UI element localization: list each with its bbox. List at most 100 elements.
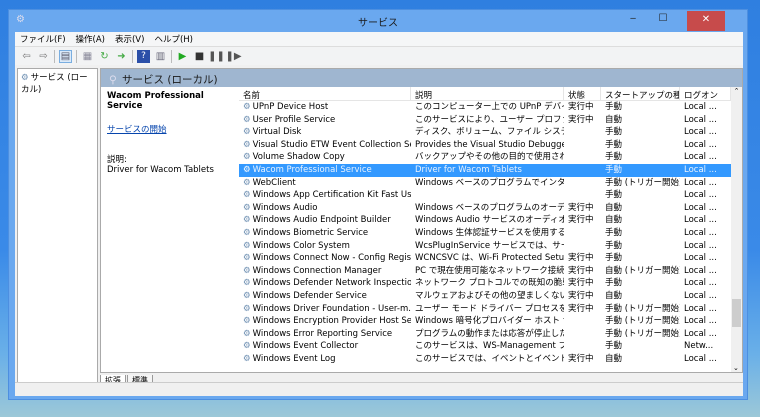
service-name-text: Wacom Professional Service <box>252 164 372 175</box>
service-description: プログラムの動作または応答が停止したときに... <box>411 328 564 341</box>
menu-action[interactable]: 操作(A) <box>76 33 105 45</box>
service-startup-type-text: 手動 <box>605 164 623 175</box>
column-name[interactable]: 名前 <box>239 87 411 100</box>
service-name: ⚙ Windows Event Collector <box>239 340 411 353</box>
service-name: ⚙ Virtual Disk <box>239 126 411 139</box>
service-status: 実行中 <box>564 202 601 215</box>
description-text: Driver for Wacom Tablets <box>107 165 214 175</box>
service-name-text: Windows Encryption Provider Host Se... <box>252 316 411 327</box>
close-button[interactable]: ✕ <box>687 11 725 31</box>
column-description[interactable]: 説明 <box>411 87 564 100</box>
scroll-thumb[interactable] <box>732 299 741 327</box>
menu-view[interactable]: 表示(V) <box>115 33 144 45</box>
service-row[interactable]: ⚙ Windows Event Collector このサービスは、WS-Manag… <box>239 340 731 353</box>
service-row[interactable]: ⚙ Windows Audio Endpoint Builder Windows A… <box>239 214 731 227</box>
service-logon: Local ... <box>680 328 731 341</box>
service-logon-text: Local ... <box>684 240 717 251</box>
service-row[interactable]: ⚙ Windows Encryption Provider Host Se... W… <box>239 315 731 328</box>
service-logon: Local ... <box>680 265 731 278</box>
scroll-up-icon[interactable]: ⌃ <box>731 87 742 95</box>
service-logon-text: Local ... <box>684 227 717 238</box>
service-row[interactable]: ⚙ Wacom Professional Service Driver for Wa… <box>239 163 731 177</box>
column-status[interactable]: 状態 <box>564 87 601 100</box>
service-row[interactable]: ⚙UPnP Device Host このコンピューター上での UPnP デバイスの… <box>239 101 731 114</box>
action-pane-icon[interactable]: ▥ <box>154 50 167 63</box>
service-name-text: Windows App Certification Kit Fast Us... <box>252 190 411 201</box>
service-row[interactable]: ⚙ Windows Connection Manager PC で現在使用可能なネッ… <box>239 265 731 278</box>
service-row[interactable]: ⚙ Windows Color System WcsPlugInService サー… <box>239 240 731 253</box>
service-name-text: User Profile Service <box>252 114 336 125</box>
service-startup-type-text: 手動 <box>605 253 623 264</box>
pause-service-icon[interactable]: ❚❚ <box>208 50 225 63</box>
service-description: ディスク、ボリューム、ファイル システム、および... <box>411 126 564 139</box>
service-row[interactable]: ⚙ Windows Driver Foundation - User-m... ユー… <box>239 303 731 316</box>
vertical-scrollbar[interactable]: ⌃ ⌄ <box>731 87 742 372</box>
services-pane: ⚲ サービス (ローカル) Wacom Professional Service… <box>100 68 743 373</box>
service-row[interactable]: ⚙ Visual Studio ETW Event Collection Se..… <box>239 139 731 152</box>
service-startup-type-text: 手動 <box>605 278 623 289</box>
stop-service-icon[interactable]: ■ <box>193 50 206 63</box>
column-logon[interactable]: ログオン <box>680 87 731 100</box>
service-description: バックアップやその他の目的で使用されるボリ... <box>411 151 564 164</box>
service-description: このサービスにより、ユーザー プロファイルのロ... <box>411 114 564 127</box>
service-description-text: ディスク、ボリューム、ファイル システム、および... <box>415 127 564 138</box>
service-name-text: Windows Connection Manager <box>252 265 382 276</box>
service-row[interactable]: ⚙ Windows Defender Service マルウェアおよびその他の望まし… <box>239 290 731 303</box>
service-description-text: Provides the Visual Studio Debugge... <box>415 139 564 150</box>
forward-arrow-icon[interactable]: ⇨ <box>37 50 50 63</box>
gear-icon: ⚙ <box>243 114 251 125</box>
service-row[interactable]: ⚙User Profile Service このサービスにより、ユーザー プロファ… <box>239 114 731 127</box>
service-name-text: WebClient <box>252 177 296 188</box>
service-row[interactable]: ⚙Virtual Disk ディスク、ボリューム、ファイル システム、および...… <box>239 126 731 139</box>
service-name: ⚙ Volume Shadow Copy <box>239 151 411 164</box>
service-description: Driver for Wacom Tablets <box>411 164 564 177</box>
gear-icon: ⚙ <box>21 73 29 83</box>
service-row[interactable]: ⚙ Windows Defender Network Inspectio... ネッ… <box>239 277 731 290</box>
gear-icon: ⚙ <box>243 177 251 188</box>
service-startup-type-text: 手動 <box>605 190 623 201</box>
service-description: ユーザー モード ドライバー プロセスを作成お... <box>411 303 564 316</box>
service-logon-text: Local ... <box>684 164 717 175</box>
service-status: 実行中 <box>564 303 601 316</box>
service-status <box>564 139 601 152</box>
column-startup-type[interactable]: スタートアップの種類 <box>601 87 680 100</box>
service-row[interactable]: ⚙ Windows Connect Now - Config Regist... W… <box>239 252 731 265</box>
service-logon-text: Netw... <box>684 341 714 352</box>
show-hide-tree-icon[interactable]: ▤ <box>59 49 72 63</box>
maximize-button[interactable]: ☐ <box>649 10 677 30</box>
minimize-button[interactable]: ‒ <box>619 10 647 30</box>
service-status-text: 実行中 <box>568 114 594 125</box>
back-arrow-icon[interactable]: ⇦ <box>20 50 33 63</box>
service-row[interactable]: ⚙ Windows Error Reporting Service プログラムの動作… <box>239 328 731 341</box>
service-name: ⚙ Windows Audio Endpoint Builder <box>239 214 411 227</box>
service-logon: Local ... <box>680 139 731 152</box>
gear-icon: ⚙ <box>243 353 251 364</box>
menu-bar: ファイル(F) 操作(A) 表示(V) ヘルプ(H) <box>15 32 743 47</box>
help-icon[interactable]: ? <box>137 49 150 63</box>
service-row[interactable]: ⚙Windows Event Log このサービスでは、イベントとイベント ログを… <box>239 353 731 366</box>
start-service-link[interactable]: サービスの開始 <box>107 125 167 135</box>
properties-icon[interactable]: ▦ <box>81 50 94 63</box>
service-row[interactable]: ⚙Windows Audio Windows ベースのプログラムのオーディオを..… <box>239 202 731 215</box>
refresh-icon[interactable]: ↻ <box>98 50 111 63</box>
service-startup-type: 手動 <box>601 126 680 139</box>
service-row[interactable]: ⚙ Windows App Certification Kit Fast Us..… <box>239 189 731 202</box>
service-status-text: 実行中 <box>568 202 594 213</box>
service-startup-type-text: 自動 <box>605 215 623 226</box>
export-list-icon[interactable]: ➜ <box>115 50 128 63</box>
status-bar <box>15 382 743 396</box>
restart-service-icon[interactable]: ❚▶ <box>225 50 241 63</box>
service-row[interactable]: ⚙ Windows Biometric Service Windows 生体認証サー… <box>239 227 731 240</box>
menu-help[interactable]: ヘルプ(H) <box>154 33 193 45</box>
service-row[interactable]: ⚙WebClient Windows ベースのプログラムでインターネッ... 手動 … <box>239 177 731 190</box>
scroll-down-icon[interactable]: ⌄ <box>733 364 739 372</box>
service-status <box>564 328 601 341</box>
service-row[interactable]: ⚙Volume Shadow Copy バックアップやその他の目的で使用されるボリ… <box>239 151 731 164</box>
menu-file[interactable]: ファイル(F) <box>20 33 66 45</box>
service-description-text: プログラムの動作または応答が停止したときに... <box>415 328 564 339</box>
start-service-icon[interactable]: ▶ <box>176 50 189 63</box>
service-status: 実行中 <box>564 252 601 265</box>
service-logon-text: Local ... <box>684 328 717 339</box>
tree-item-services-local[interactable]: ⚙ サービス (ローカル) <box>21 71 94 95</box>
service-startup-type: 手動 <box>601 139 680 152</box>
